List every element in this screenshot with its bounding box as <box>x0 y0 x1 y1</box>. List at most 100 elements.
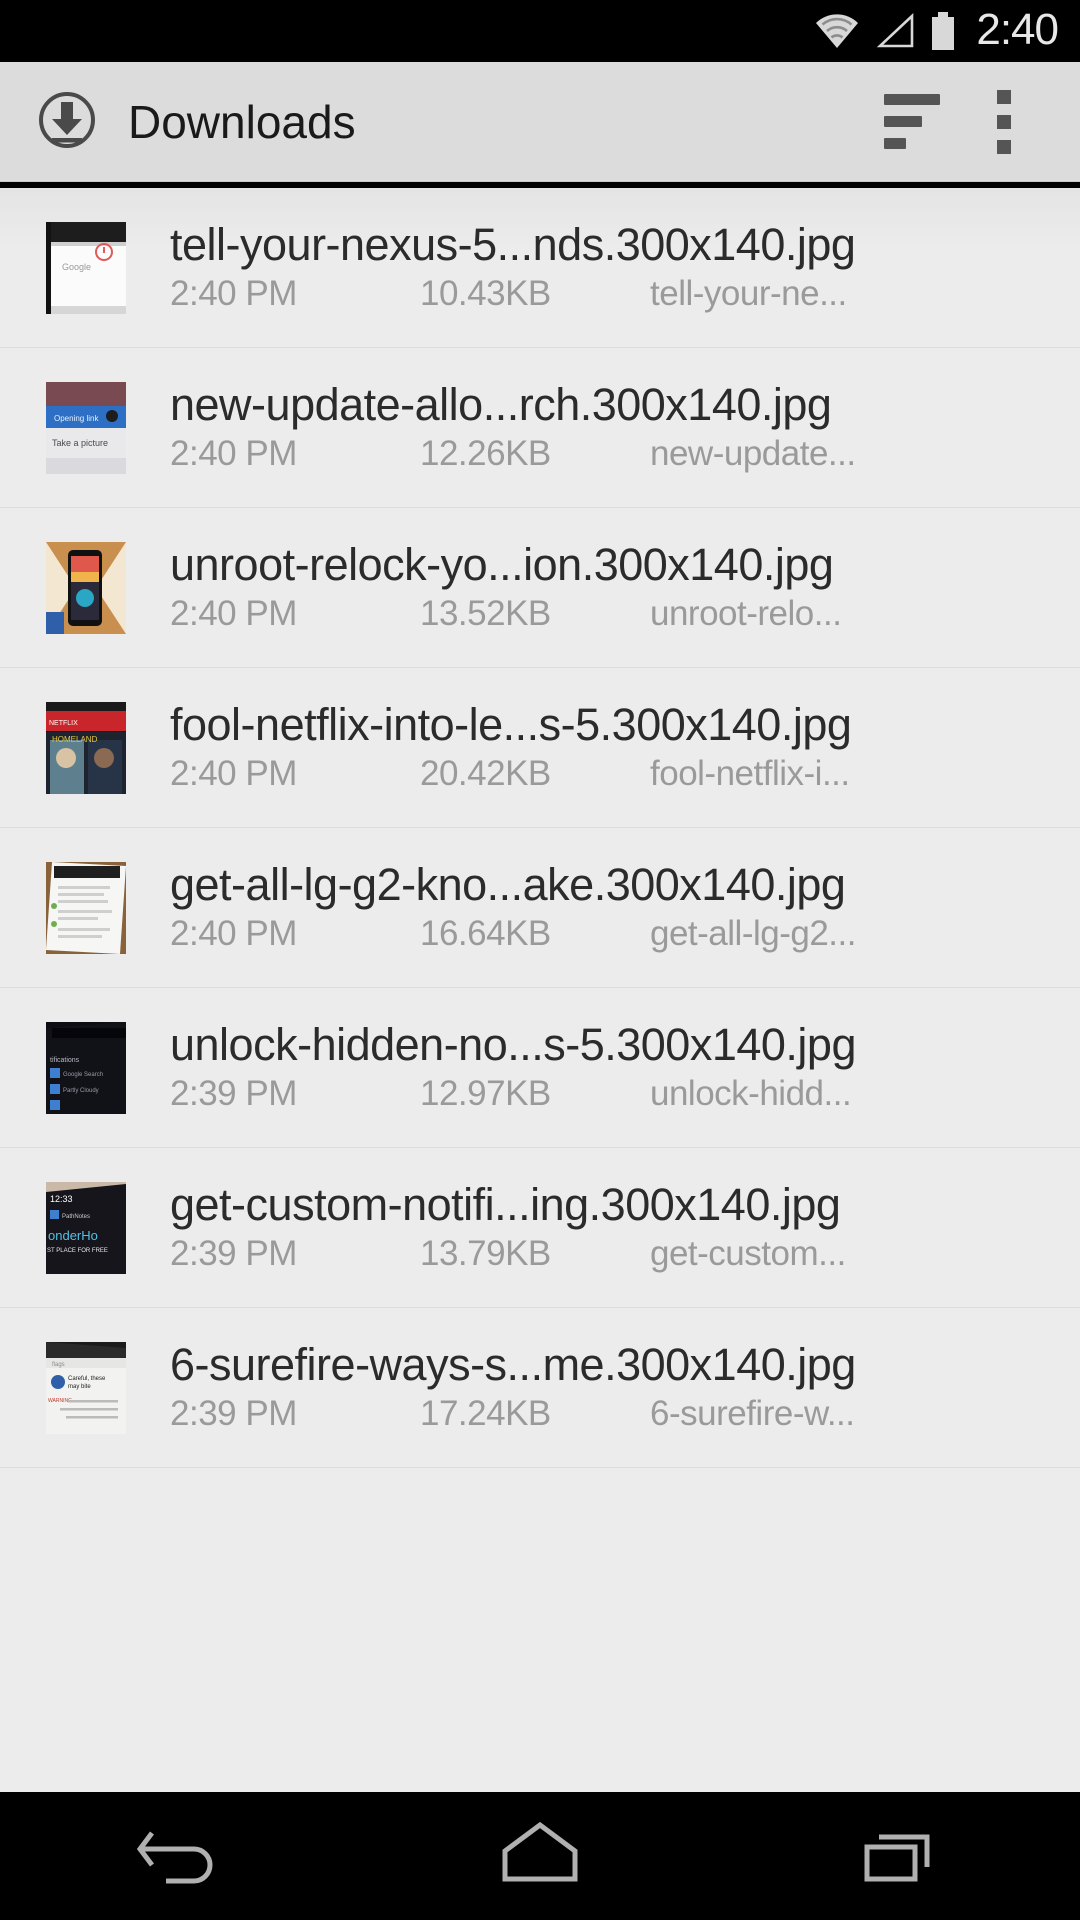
page-title: Downloads <box>128 95 356 148</box>
wifi-icon <box>814 12 860 50</box>
download-row[interactable]: NETFLIX HOMELAND fool-netflix-into-le...… <box>0 668 1080 828</box>
download-size: 10.43KB <box>420 274 551 314</box>
download-meta: 2:39 PM 13.79KB get-custom... <box>170 1234 1056 1274</box>
svg-text:HOMELAND: HOMELAND <box>52 735 98 744</box>
download-size: 17.24KB <box>420 1394 551 1434</box>
download-row[interactable]: tifications Google Search Partly Cloudy … <box>0 988 1080 1148</box>
download-info: get-custom-notifi...ing.300x140.jpg 2:39… <box>170 1181 1056 1274</box>
download-filename: unroot-relock-yo...ion.300x140.jpg <box>170 538 834 590</box>
download-time: 2:39 PM <box>170 1234 297 1274</box>
download-time: 2:40 PM <box>170 754 297 794</box>
thumbnail-take-a-picture-screenshot: Opening link Take a picture <box>46 381 126 474</box>
svg-text:Google Search: Google Search <box>63 1072 103 1078</box>
download-source: unlock-hidd... <box>650 1074 852 1114</box>
download-size: 13.79KB <box>420 1234 551 1274</box>
sort-icon <box>884 94 940 149</box>
download-filename: get-custom-notifi...ing.300x140.jpg <box>170 1178 841 1230</box>
download-row[interactable]: Opening link Take a picture new-update-a… <box>0 348 1080 508</box>
status-bar: 2:40 <box>0 0 1080 62</box>
download-size: 13.52KB <box>420 594 551 634</box>
thumbnail-netflix-homeland-poster: NETFLIX HOMELAND <box>46 701 126 794</box>
thumbnail-phone-on-wood-table <box>46 861 126 954</box>
svg-text:NETFLIX: NETFLIX <box>49 720 78 727</box>
download-meta: 2:40 PM 13.52KB unroot-relo... <box>170 594 1056 634</box>
navigation-bar <box>0 1792 1080 1920</box>
download-info: unlock-hidden-no...s-5.300x140.jpg 2:39 … <box>170 1021 1056 1114</box>
download-meta: 2:40 PM 20.42KB fool-netflix-i... <box>170 754 1056 794</box>
download-source: new-update... <box>650 434 856 474</box>
overflow-menu-button[interactable] <box>958 76 1050 168</box>
download-circle-icon[interactable] <box>36 91 98 153</box>
svg-text:12:33: 12:33 <box>50 1194 73 1204</box>
download-source: fool-netflix-i... <box>650 754 850 794</box>
download-size: 12.97KB <box>420 1074 551 1114</box>
svg-text:ST PLACE FOR FREE: ST PLACE FOR FREE <box>47 1248 108 1254</box>
download-filename: tell-your-nexus-5...nds.300x140.jpg <box>170 218 856 270</box>
download-meta: 2:40 PM 12.26KB new-update... <box>170 434 1056 474</box>
download-size: 20.42KB <box>420 754 551 794</box>
download-meta: 2:40 PM 10.43KB tell-your-ne... <box>170 274 1056 314</box>
svg-text:onderHo: onderHo <box>48 1228 98 1243</box>
download-row[interactable]: get-all-lg-g2-kno...ake.300x140.jpg 2:40… <box>0 828 1080 988</box>
sort-button[interactable] <box>866 76 958 168</box>
download-meta: 2:39 PM 17.24KB 6-surefire-w... <box>170 1394 1056 1434</box>
download-size: 12.26KB <box>420 434 551 474</box>
download-source: get-custom... <box>650 1234 846 1274</box>
svg-text:Opening link: Opening link <box>54 414 99 423</box>
svg-text:PathNotes: PathNotes <box>62 1214 90 1220</box>
status-bar-clock: 2:40 <box>976 5 1059 54</box>
download-time: 2:40 PM <box>170 274 297 314</box>
home-button[interactable] <box>450 1792 630 1920</box>
thumbnail-wonderhowto-notification: 12:33 PathNotes onderHo ST PLACE FOR FRE… <box>46 1181 126 1274</box>
download-source: unroot-relo... <box>650 594 842 634</box>
svg-text:Careful, these: Careful, these <box>68 1376 106 1382</box>
thumbnail-nexus-5-phone <box>46 541 126 634</box>
download-time: 2:40 PM <box>170 434 297 474</box>
download-source: tell-your-ne... <box>650 274 847 314</box>
download-source: get-all-lg-g2... <box>650 914 856 954</box>
download-row[interactable]: flags Careful, these may bite WARNING 6-… <box>0 1308 1080 1468</box>
download-info: tell-your-nexus-5...nds.300x140.jpg 2:40… <box>170 221 1056 314</box>
download-time: 2:39 PM <box>170 1394 297 1434</box>
recents-button[interactable] <box>810 1792 990 1920</box>
download-info: fool-netflix-into-le...s-5.300x140.jpg 2… <box>170 701 1056 794</box>
overflow-menu-icon <box>997 89 1011 154</box>
battery-icon <box>930 11 956 51</box>
download-row[interactable]: 12:33 PathNotes onderHo ST PLACE FOR FRE… <box>0 1148 1080 1308</box>
download-filename: fool-netflix-into-le...s-5.300x140.jpg <box>170 698 852 750</box>
download-filename: get-all-lg-g2-kno...ake.300x140.jpg <box>170 858 846 910</box>
back-icon <box>132 1819 228 1894</box>
download-size: 16.64KB <box>420 914 551 954</box>
home-icon <box>497 1819 583 1894</box>
thumbnail-dark-notifications-screen: tifications Google Search Partly Cloudy <box>46 1021 126 1114</box>
thumbnail-chrome-flags-warning: flags Careful, these may bite WARNING <box>46 1341 126 1434</box>
svg-text:Google: Google <box>62 262 91 272</box>
download-meta: 2:39 PM 12.97KB unlock-hidd... <box>170 1074 1056 1114</box>
download-info: get-all-lg-g2-kno...ake.300x140.jpg 2:40… <box>170 861 1056 954</box>
download-time: 2:39 PM <box>170 1074 297 1114</box>
back-button[interactable] <box>90 1792 270 1920</box>
download-source: 6-surefire-w... <box>650 1394 855 1434</box>
download-row[interactable]: Google tell-your-nexus-5...nds.300x140.j… <box>0 188 1080 348</box>
download-time: 2:40 PM <box>170 914 297 954</box>
download-info: unroot-relock-yo...ion.300x140.jpg 2:40 … <box>170 541 1056 634</box>
cellular-signal-icon <box>874 12 916 50</box>
download-filename: unlock-hidden-no...s-5.300x140.jpg <box>170 1018 856 1070</box>
android-screen: 2:40 Downloads Google tell-your-nexus-5.… <box>0 0 1080 1920</box>
svg-text:may bite: may bite <box>68 1384 91 1390</box>
download-info: 6-surefire-ways-s...me.300x140.jpg 2:39 … <box>170 1341 1056 1434</box>
download-meta: 2:40 PM 16.64KB get-all-lg-g2... <box>170 914 1056 954</box>
thumbnail-google-search-screenshot: Google <box>46 221 126 314</box>
recents-icon <box>857 1819 943 1894</box>
download-info: new-update-allo...rch.300x140.jpg 2:40 P… <box>170 381 1056 474</box>
download-filename: 6-surefire-ways-s...me.300x140.jpg <box>170 1338 856 1390</box>
download-row[interactable]: unroot-relock-yo...ion.300x140.jpg 2:40 … <box>0 508 1080 668</box>
svg-text:Take a picture: Take a picture <box>52 438 108 448</box>
action-bar: Downloads <box>0 62 1080 182</box>
svg-text:flags: flags <box>52 1362 65 1368</box>
download-filename: new-update-allo...rch.300x140.jpg <box>170 378 832 430</box>
svg-text:Partly Cloudy: Partly Cloudy <box>63 1088 99 1094</box>
svg-text:tifications: tifications <box>50 1057 80 1064</box>
downloads-list[interactable]: Google tell-your-nexus-5...nds.300x140.j… <box>0 188 1080 1792</box>
download-time: 2:40 PM <box>170 594 297 634</box>
